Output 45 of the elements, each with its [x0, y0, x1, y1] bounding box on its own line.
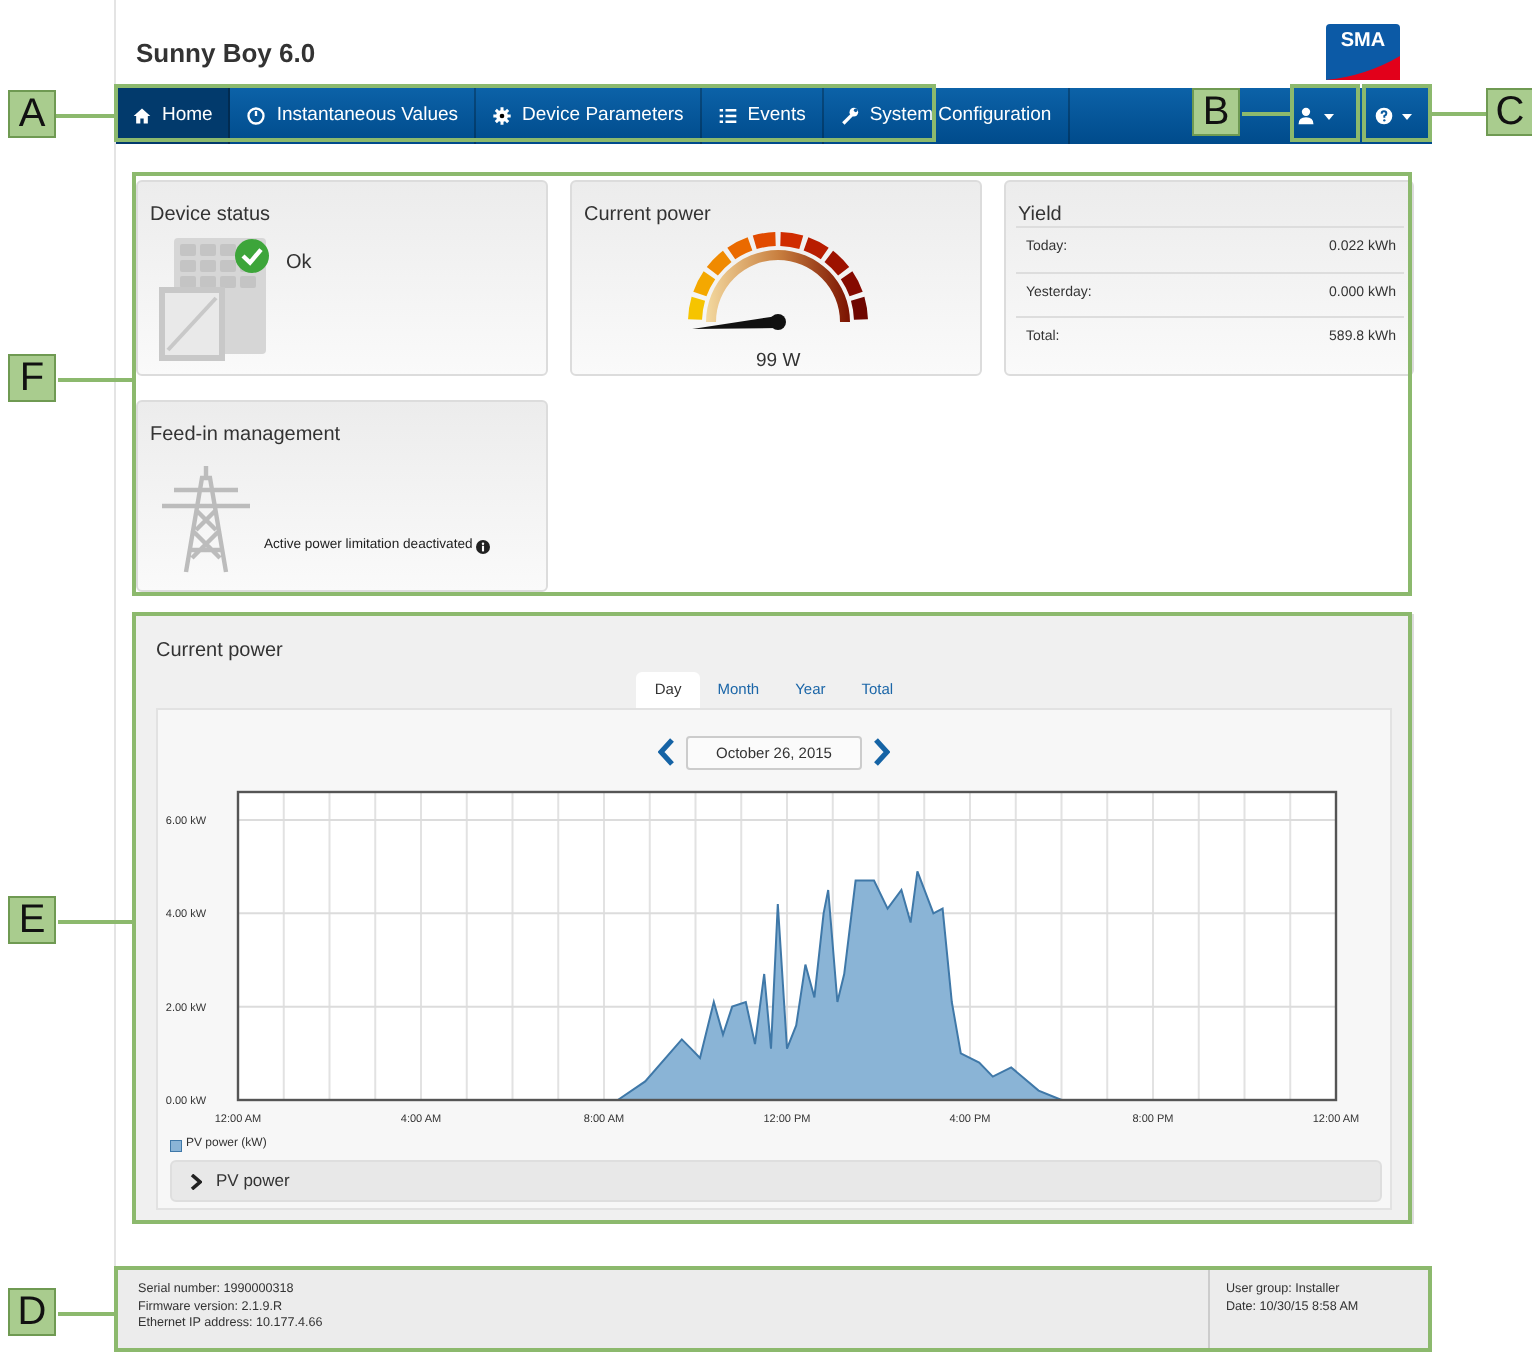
list-icon — [717, 106, 738, 126]
accordion-header[interactable]: PV power — [170, 1160, 1382, 1202]
card-title: Device status — [150, 202, 271, 230]
logo: SMA — [1326, 24, 1400, 80]
previous-icon[interactable] — [658, 738, 674, 766]
page-title: Sunny Boy 6.0 — [136, 35, 316, 72]
callout-label: B — [1192, 88, 1240, 136]
help-icon — [1374, 106, 1394, 126]
home-icon — [132, 106, 152, 126]
next-icon[interactable] — [874, 738, 890, 766]
leader-line — [58, 378, 132, 382]
info-icon[interactable] — [476, 539, 491, 554]
callout-label: D — [8, 1288, 56, 1336]
leader-line — [1242, 112, 1290, 116]
leader-line — [1432, 112, 1486, 116]
card-title: Current power — [584, 202, 711, 230]
callout-label: C — [1486, 88, 1532, 136]
wrench-icon — [839, 106, 860, 126]
leader-line — [58, 920, 132, 924]
nav-tab[interactable]: Home — [116, 88, 231, 144]
callout-label: E — [8, 896, 56, 944]
chevron-icon — [190, 1173, 202, 1189]
callout-label: A — [8, 90, 56, 138]
caret-icon — [1402, 113, 1412, 119]
leader-line — [56, 114, 114, 118]
callout-label: F — [8, 354, 56, 402]
callout-frame — [1290, 84, 1360, 142]
nav-tab[interactable]: Instantaneous Values — [230, 88, 477, 144]
nav-tab[interactable]: Device Parameters — [476, 88, 702, 144]
legend-swatch — [170, 1139, 182, 1151]
card-title: Yield — [1018, 202, 1062, 230]
leader-line — [58, 1312, 114, 1316]
gauge-icon — [246, 106, 267, 126]
user-icon — [1296, 106, 1316, 126]
nav-tab[interactable]: Events — [701, 88, 824, 144]
nav-tab[interactable]: System Configuration — [823, 88, 1070, 144]
check-icon — [234, 238, 270, 274]
status-text: Ok — [286, 250, 312, 278]
power-reading: 99 W — [756, 348, 801, 376]
callout-frame — [1362, 84, 1432, 142]
power-pylon-icon — [158, 462, 254, 574]
gear-icon — [492, 106, 513, 126]
card-title: Feed-in management — [150, 422, 341, 450]
panel-title: Current power — [156, 638, 285, 666]
caret-icon — [1324, 113, 1334, 119]
